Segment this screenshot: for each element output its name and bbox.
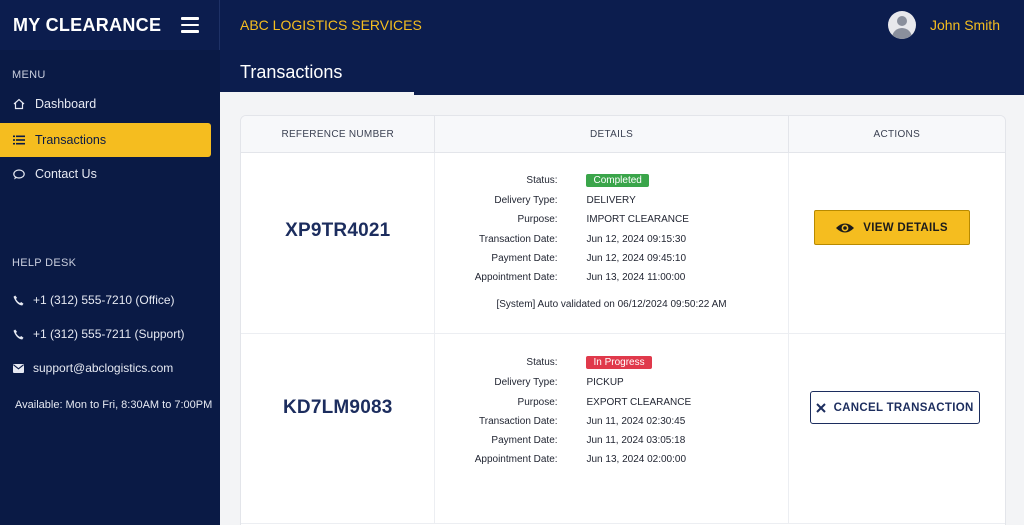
detail-payment-date: Payment Date: Jun 12, 2024 09:45:10 (435, 253, 787, 267)
menu-label: MENU (12, 69, 46, 81)
sidebar-item-transactions[interactable]: Transactions (0, 123, 211, 157)
table-header: REFERENCE NUMBER DETAILS ACTIONS (241, 116, 1005, 153)
sidebar: MENU Dashboard Transactions Contact Us H… (0, 50, 220, 525)
mail-icon (12, 362, 24, 374)
help-item-label: support@abclogistics.com (33, 361, 174, 375)
phone-icon (12, 294, 24, 306)
detail-label: Delivery Type: (494, 377, 558, 388)
detail-value: PICKUP (586, 377, 624, 388)
view-details-button[interactable]: VIEW DETAILS (813, 210, 970, 245)
detail-purpose: Purpose: IMPORT CLEARANCE (435, 214, 787, 228)
detail-label: Transaction Date: (479, 416, 558, 427)
sidebar-item-label: Contact Us (35, 167, 97, 181)
detail-label: Appointment Date: (474, 454, 558, 465)
page-header: Transactions (220, 50, 1024, 95)
phone-icon (12, 328, 24, 340)
status-badge: Completed (586, 174, 649, 187)
detail-delivery-type: Delivery Type: PICKUP (435, 377, 787, 391)
table-row: KD7LM9083 Status: In Progress Delivery T… (241, 334, 1005, 524)
top-bar: MY CLEARANCE ABC LOGISTICS SERVICES John… (0, 0, 1024, 50)
detail-transaction-date: Transaction Date: Jun 12, 2024 09:15:30 (435, 234, 787, 248)
column-header-details: DETAILS (435, 116, 789, 152)
user-menu[interactable]: John Smith (887, 11, 1000, 39)
brand: MY CLEARANCE (0, 0, 220, 50)
list-icon (12, 133, 26, 147)
details-cell: Status: Completed Delivery Type: DELIVER… (435, 153, 789, 333)
detail-transaction-date: Transaction Date: Jun 11, 2024 02:30:45 (435, 416, 787, 430)
detail-appointment-date: Appointment Date: Jun 13, 2024 02:00:00 (435, 454, 787, 468)
detail-value: Jun 11, 2024 03:05:18 (586, 435, 686, 446)
help-email[interactable]: support@abclogistics.com (12, 361, 173, 375)
detail-value: Jun 13, 2024 02:00:00 (586, 454, 687, 465)
sidebar-item-label: Transactions (35, 133, 107, 147)
detail-value: Jun 12, 2024 09:45:10 (586, 253, 687, 264)
system-note: [System] Auto validated on 06/12/2024 09… (496, 299, 727, 310)
detail-label: Purpose: (517, 214, 558, 225)
sidebar-item-label: Dashboard (35, 97, 97, 111)
reference-cell: KD7LM9083 (241, 334, 436, 523)
help-item-label: +1 (312) 555-7210 (Office) (33, 293, 175, 307)
actions-cell: CANCEL TRANSACTION (789, 334, 1005, 523)
details-cell: Status: In Progress Delivery Type: PICKU… (435, 334, 789, 523)
hamburger-menu-icon[interactable] (181, 17, 199, 33)
detail-value: IMPORT CLEARANCE (586, 214, 689, 225)
table-row: XP9TR4021 Status: Completed Delivery Typ… (241, 153, 1005, 334)
detail-value: DELIVERY (586, 195, 636, 206)
help-support-phone[interactable]: +1 (312) 555-7211 (Support) (12, 327, 185, 341)
detail-label: Payment Date: (491, 435, 558, 446)
company-name: ABC LOGISTICS SERVICES (240, 17, 422, 33)
status-badge: In Progress (586, 356, 652, 369)
detail-value: Jun 11, 2024 02:30:45 (586, 416, 686, 427)
cancel-transaction-button[interactable]: CANCEL TRANSACTION (809, 391, 980, 424)
eye-icon (835, 222, 855, 234)
avatar[interactable] (887, 11, 916, 39)
actions-cell: VIEW DETAILS (789, 153, 1005, 333)
detail-purpose: Purpose: EXPORT CLEARANCE (435, 397, 787, 411)
detail-label: Status: (526, 357, 558, 368)
detail-status: Status: Completed (435, 174, 787, 189)
detail-label: Delivery Type: (494, 195, 558, 206)
detail-label: Purpose: (517, 397, 558, 408)
page-title-underline (220, 92, 414, 95)
detail-value: EXPORT CLEARANCE (586, 397, 692, 408)
help-office-phone[interactable]: +1 (312) 555-7210 (Office) (12, 293, 175, 307)
detail-value: Jun 12, 2024 09:15:30 (586, 234, 687, 245)
column-header-actions: ACTIONS (873, 128, 921, 140)
transactions-table: REFERENCE NUMBER DETAILS ACTIONS XP9TR40… (240, 115, 1006, 525)
home-icon (12, 97, 26, 111)
sidebar-item-contact-us[interactable]: Contact Us (0, 157, 211, 191)
detail-appointment-date: Appointment Date: Jun 13, 2024 11:00:00 (435, 272, 787, 286)
view-details-label: VIEW DETAILS (863, 221, 948, 234)
detail-label: Transaction Date: (479, 234, 558, 245)
app-title: MY CLEARANCE (13, 14, 162, 35)
column-header-reference: REFERENCE NUMBER (241, 116, 436, 152)
reference-cell: XP9TR4021 (241, 153, 436, 333)
sidebar-item-dashboard[interactable]: Dashboard (0, 87, 211, 121)
detail-label: Appointment Date: (474, 272, 558, 283)
reference-number: XP9TR4021 (285, 220, 391, 241)
page-title: Transactions (240, 62, 343, 82)
detail-value: Jun 13, 2024 11:00:00 (586, 272, 686, 283)
chat-icon (12, 167, 26, 181)
detail-label: Status: (526, 175, 558, 186)
close-icon (815, 402, 826, 413)
help-item-label: +1 (312) 555-7211 (Support) (33, 327, 185, 341)
help-desk-label: HELP DESK (12, 257, 77, 269)
availability-text: Available: Mon to Fri, 8:30AM to 7:00PM (15, 399, 213, 411)
cancel-transaction-label: CANCEL TRANSACTION (833, 401, 974, 414)
detail-payment-date: Payment Date: Jun 11, 2024 03:05:18 (435, 435, 787, 449)
reference-number: KD7LM9083 (282, 397, 393, 418)
detail-delivery-type: Delivery Type: DELIVERY (435, 195, 787, 209)
detail-label: Payment Date: (491, 253, 558, 264)
user-name[interactable]: John Smith (930, 17, 1000, 33)
detail-status: Status: In Progress (435, 356, 787, 371)
